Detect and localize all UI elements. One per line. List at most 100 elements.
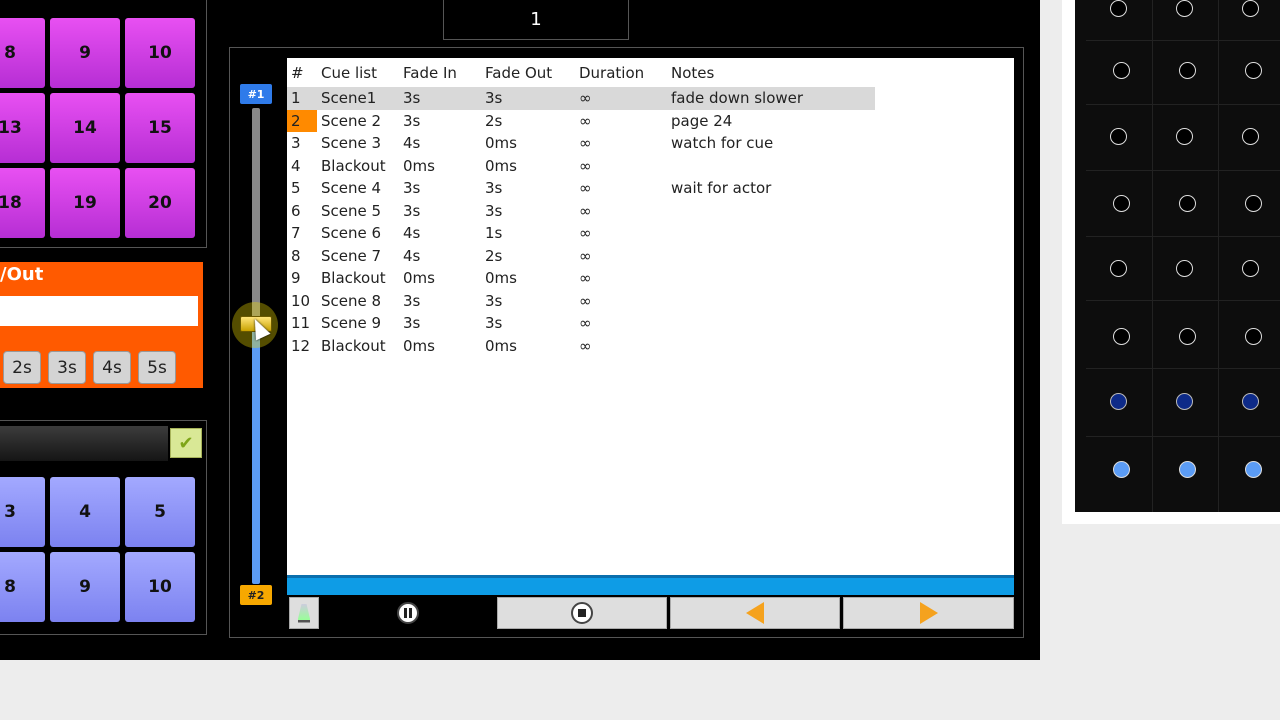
cue-cell: Scene 9	[321, 314, 382, 333]
grid-line	[1086, 300, 1280, 301]
fixture-icon[interactable]	[1242, 0, 1259, 17]
cue-cell: 0ms	[485, 269, 517, 288]
fade-time-button[interactable]: 3s	[48, 351, 86, 384]
column-header[interactable]: Notes	[667, 58, 875, 87]
scene-pad[interactable]: 9	[50, 18, 120, 88]
cue-cell: 0ms	[403, 269, 435, 288]
fixture-icon[interactable]	[1179, 461, 1196, 478]
column-header[interactable]: Fade Out	[481, 58, 575, 87]
column-header[interactable]: Fade In	[399, 58, 481, 87]
scene-pad[interactable]: 9	[50, 552, 120, 622]
fixture-icon[interactable]	[1110, 393, 1127, 410]
cue-cell: ∞	[579, 314, 592, 333]
fixture-icon[interactable]	[1110, 260, 1127, 277]
cue-cell: Scene1	[317, 87, 399, 110]
cue-row[interactable]: 1 Scene1 3s 3s ∞ fade down slower	[287, 87, 875, 110]
cue-cell: 1	[287, 87, 317, 110]
cue-row[interactable]: 6 Scene 5 3s 3s ∞	[287, 200, 875, 223]
previous-cue-button[interactable]	[670, 597, 840, 629]
fade-time-input[interactable]	[0, 296, 198, 326]
fixture-icon[interactable]	[1242, 128, 1259, 145]
fixture-icon[interactable]	[1113, 62, 1130, 79]
fixture-icon[interactable]	[1176, 128, 1193, 145]
slider-top-label: #1	[240, 84, 272, 104]
fixture-icon[interactable]	[1113, 328, 1130, 345]
cue-row[interactable]: 3 Scene 3 4s 0ms ∞ watch for cue	[287, 132, 875, 155]
fixture-icon[interactable]	[1176, 260, 1193, 277]
fixture-icon[interactable]	[1179, 328, 1196, 345]
cue-row[interactable]: 5 Scene 4 3s 3s ∞ wait for actor	[287, 177, 875, 200]
cue-cell: 4s	[403, 134, 421, 153]
scene-pad[interactable]: 19	[50, 168, 120, 238]
cue-row[interactable]: 10 Scene 8 3s 3s ∞	[287, 290, 875, 313]
fixture-icon[interactable]	[1113, 195, 1130, 212]
cue-cell: 0ms	[403, 156, 435, 175]
cue-cell: Blackout	[321, 336, 386, 355]
cue-row[interactable]: 4 Blackout 0ms 0ms ∞	[287, 155, 875, 178]
scene-pad[interactable]: 20	[125, 168, 195, 238]
cue-cell: 3s	[485, 314, 503, 333]
fixture-icon[interactable]	[1179, 195, 1196, 212]
scene-pad[interactable]: 5	[125, 477, 195, 547]
scene-pad[interactable]: 3	[0, 477, 45, 547]
scene-pad[interactable]: 14	[50, 93, 120, 163]
grid-line	[1086, 436, 1280, 437]
scene-pad[interactable]: 18	[0, 168, 45, 238]
cue-cell: Scene 3	[321, 134, 382, 153]
fade-time-button[interactable]: 2s	[3, 351, 41, 384]
scene-pad[interactable]: 15	[125, 93, 195, 163]
column-header[interactable]: Cue list	[317, 58, 399, 87]
stop-icon	[571, 602, 593, 624]
scene-pad[interactable]: 8	[0, 552, 45, 622]
next-arrow-icon	[919, 602, 938, 624]
pause-button[interactable]	[322, 597, 494, 629]
cue-cell: 2s	[485, 111, 503, 130]
cue-cell: 6	[291, 201, 301, 220]
fixture-icon[interactable]	[1242, 260, 1259, 277]
scene-pad[interactable]: 4	[50, 477, 120, 547]
fixture-icon[interactable]	[1242, 393, 1259, 410]
slider-bottom-label: #2	[240, 585, 272, 605]
scene-pad[interactable]: 10	[125, 18, 195, 88]
cue-cell: 3s	[403, 111, 421, 130]
fixture-icon[interactable]	[1245, 195, 1262, 212]
cue-row[interactable]: 11 Scene 9 3s 3s ∞	[287, 312, 875, 335]
fixture-icon[interactable]	[1245, 62, 1262, 79]
fixture-icon[interactable]	[1113, 461, 1130, 478]
column-header[interactable]: #	[287, 58, 317, 87]
fixture-icon[interactable]	[1110, 0, 1127, 17]
lamp-button[interactable]	[289, 597, 319, 629]
fixture-icon[interactable]	[1176, 0, 1193, 17]
cue-cell: Scene 5	[321, 201, 382, 220]
cue-cell: Scene 6	[321, 224, 382, 243]
pause-icon	[397, 602, 419, 624]
cue-row[interactable]: 8 Scene 7 4s 2s ∞	[287, 245, 875, 268]
fixture-icon[interactable]	[1245, 461, 1262, 478]
fade-time-button[interactable]: 5s	[138, 351, 176, 384]
cue-cell: ∞	[579, 246, 592, 265]
scene-pad[interactable]: 13	[0, 93, 45, 163]
cue-row[interactable]: 9 Blackout 0ms 0ms ∞	[287, 267, 875, 290]
cue-cell: Blackout	[321, 269, 386, 288]
cue-row[interactable]: 2 Scene 2 3s 2s ∞ page 24	[287, 109, 875, 132]
cue-row[interactable]: 7 Scene 6 4s 1s ∞	[287, 222, 875, 245]
fixture-icon[interactable]	[1179, 62, 1196, 79]
fixture-icon[interactable]	[1176, 393, 1193, 410]
scene-pad[interactable]: 10	[125, 552, 195, 622]
cue-cell: 12	[291, 336, 311, 355]
cue-row[interactable]: 12 Blackout 0ms 0ms ∞	[287, 335, 875, 358]
fade-time-button[interactable]: 4s	[93, 351, 131, 384]
cue-cell	[667, 245, 875, 268]
lamp-icon	[298, 603, 310, 623]
fixture-icon[interactable]	[1110, 128, 1127, 145]
name-input-bar[interactable]	[0, 426, 168, 461]
cue-cell	[667, 312, 875, 335]
fixture-icon[interactable]	[1245, 328, 1262, 345]
grid-line	[1086, 170, 1280, 171]
next-cue-button[interactable]	[843, 597, 1014, 629]
column-header[interactable]: Duration	[575, 58, 667, 87]
stop-button[interactable]	[497, 597, 667, 629]
scene-pad[interactable]: 8	[0, 18, 45, 88]
confirm-button[interactable]: ✔	[170, 428, 202, 458]
cue-cell: ∞	[579, 179, 592, 198]
